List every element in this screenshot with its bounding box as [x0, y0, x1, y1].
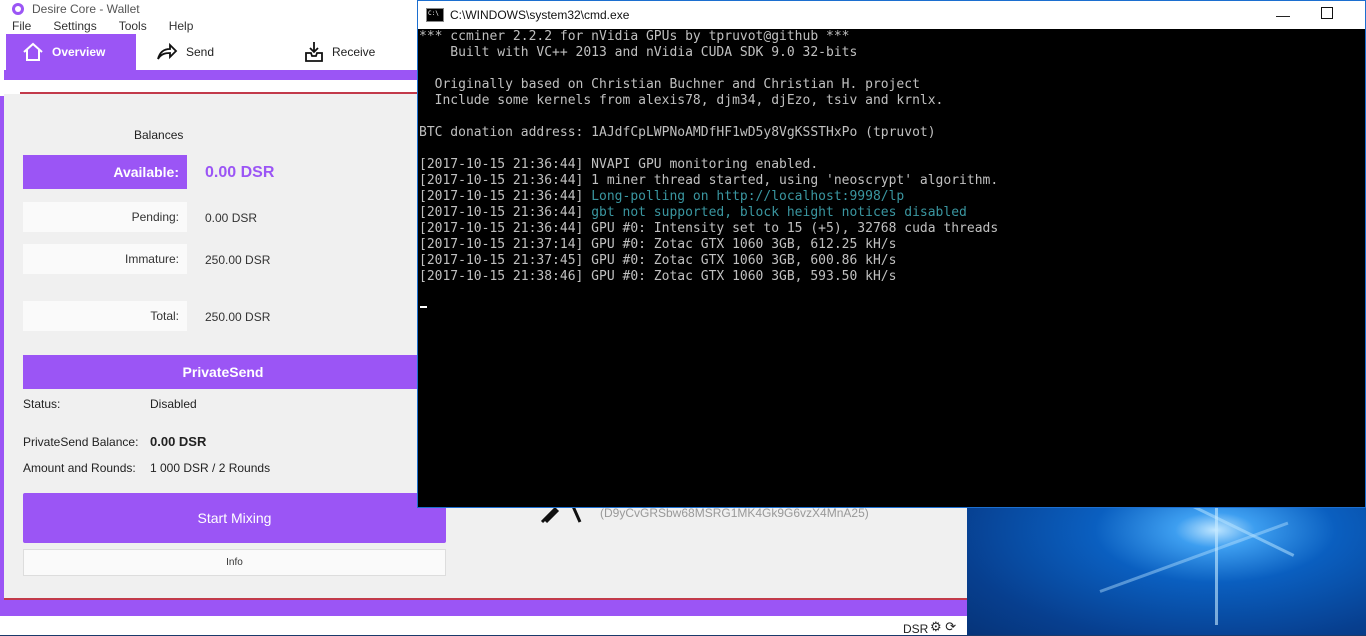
- status-unit[interactable]: DSR: [903, 622, 928, 636]
- ps-status-label: Status:: [23, 397, 61, 411]
- console-icon: [426, 8, 444, 22]
- console-line-text: [2017-10-15 21:36:44]: [419, 189, 592, 204]
- receive-inbox-icon: [304, 41, 324, 63]
- tab-send-label: Send: [186, 45, 215, 59]
- console-line-text: *** ccminer 2.2.2 for nVidia GPUs by tpr…: [419, 29, 850, 44]
- ps-balance-value: 0.00 DSR: [150, 434, 207, 449]
- maximize-button[interactable]: [1321, 7, 1333, 19]
- console-line-text: [2017-10-15 21:38:46] GPU #0: Zotac GTX …: [419, 269, 897, 284]
- menu-settings[interactable]: Settings: [53, 19, 96, 33]
- tab-receive-label: Receive: [332, 45, 376, 59]
- console-output[interactable]: *** ccminer 2.2.2 for nVidia GPUs by tpr…: [418, 29, 1365, 308]
- console-line: Originally based on Christian Buchner an…: [419, 77, 1365, 93]
- ps-amount-value: 1 000 DSR / 2 Rounds: [150, 461, 271, 475]
- menu-tools[interactable]: Tools: [119, 19, 147, 33]
- desire-logo-icon: [12, 2, 24, 15]
- console-line: [2017-10-15 21:37:45] GPU #0: Zotac GTX …: [419, 253, 1365, 269]
- console-cursor: [420, 306, 427, 308]
- pending-value: 0.00 DSR: [205, 211, 258, 225]
- footer-divider: [4, 598, 967, 600]
- tab-overview[interactable]: Overview: [6, 34, 136, 70]
- console-line-text: [2017-10-15 21:37:14] GPU #0: Zotac GTX …: [419, 237, 897, 252]
- console-line-text: [2017-10-15 21:36:44] GPU #0: Intensity …: [419, 221, 999, 236]
- info-button[interactable]: Info: [23, 549, 446, 576]
- console-line-text: BTC donation address: 1AJdfCpLWPNoAMDfHF…: [419, 125, 936, 140]
- wallet-statusbar: DSR ⚙ ⟳: [0, 616, 967, 636]
- console-line: *** ccminer 2.2.2 for nVidia GPUs by tpr…: [419, 29, 1365, 45]
- console-line: Include some kernels from alexis78, djm3…: [419, 93, 1365, 109]
- immature-label: Immature:: [23, 244, 187, 274]
- sync-status-icon[interactable]: ⚙ ⟳: [930, 619, 956, 635]
- wallpaper-beam: [1099, 521, 1289, 593]
- ps-amount-label: Amount and Rounds:: [23, 461, 136, 475]
- footer-accent-bar: [4, 598, 967, 616]
- console-line-text: [2017-10-15 21:36:44] 1 miner thread sta…: [419, 173, 999, 188]
- recent-address: (D9yCvGRSbw68MSRG1MK4Gk9G6vzX4MnA25): [600, 506, 869, 520]
- console-line: [2017-10-15 21:36:44] 1 miner thread sta…: [419, 173, 1365, 189]
- console-line-highlight: gbt not supported, block height notices …: [591, 205, 967, 220]
- console-line: [2017-10-15 21:38:46] GPU #0: Zotac GTX …: [419, 269, 1365, 285]
- cmd-title: C:\WINDOWS\system32\cmd.exe: [450, 8, 630, 22]
- console-line-text: [2017-10-15 21:36:44]: [419, 205, 592, 220]
- menu-help[interactable]: Help: [169, 19, 194, 33]
- console-line: [2017-10-15 21:36:44] Long-polling on ht…: [419, 189, 1365, 205]
- start-mixing-button[interactable]: Start Mixing: [23, 493, 446, 543]
- minimize-button[interactable]: —: [1276, 7, 1290, 23]
- total-label: Total:: [23, 301, 187, 331]
- tab-send[interactable]: Send: [136, 34, 264, 70]
- console-line-text: Originally based on Christian Buchner an…: [419, 77, 920, 92]
- send-arrow-icon: [156, 42, 178, 62]
- cmd-titlebar: C:\WINDOWS\system32\cmd.exe —: [418, 1, 1365, 29]
- tab-overview-label: Overview: [52, 45, 106, 59]
- balances-heading: Balances: [134, 128, 184, 142]
- console-line-highlight: Long-polling on http://localhost:9998/lp: [591, 189, 905, 204]
- pending-label: Pending:: [23, 202, 187, 232]
- console-line: [2017-10-15 21:36:44] NVAPI GPU monitori…: [419, 157, 1365, 173]
- home-icon: [22, 42, 44, 62]
- console-line: BTC donation address: 1AJdfCpLWPNoAMDfHF…: [419, 125, 1365, 141]
- console-line-text: Built with VC++ 2013 and nVidia CUDA SDK…: [419, 45, 858, 60]
- console-line-text: [2017-10-15 21:36:44] NVAPI GPU monitori…: [419, 157, 819, 172]
- console-line-text: Include some kernels from alexis78, djm3…: [419, 93, 944, 108]
- available-label: Available:: [23, 155, 187, 189]
- console-line: [2017-10-15 21:36:44] GPU #0: Intensity …: [419, 221, 1365, 237]
- total-value: 250.00 DSR: [205, 310, 271, 324]
- wallet-title: Desire Core - Wallet: [32, 1, 140, 16]
- console-line: [2017-10-15 21:36:44] gbt not supported,…: [419, 205, 1365, 221]
- menu-file[interactable]: File: [12, 19, 31, 33]
- ps-status-value: Disabled: [150, 397, 197, 411]
- privatesend-heading: PrivateSend: [23, 355, 423, 389]
- available-value: 0.00 DSR: [205, 164, 275, 181]
- immature-value: 250.00 DSR: [205, 253, 271, 267]
- console-line-text: [2017-10-15 21:37:45] GPU #0: Zotac GTX …: [419, 253, 897, 268]
- console-line: Built with VC++ 2013 and nVidia CUDA SDK…: [419, 45, 1365, 61]
- console-line: [2017-10-15 21:37:14] GPU #0: Zotac GTX …: [419, 237, 1365, 253]
- cmd-window: C:\WINDOWS\system32\cmd.exe — *** ccmine…: [417, 0, 1366, 508]
- ps-balance-label: PrivateSend Balance:: [23, 435, 139, 449]
